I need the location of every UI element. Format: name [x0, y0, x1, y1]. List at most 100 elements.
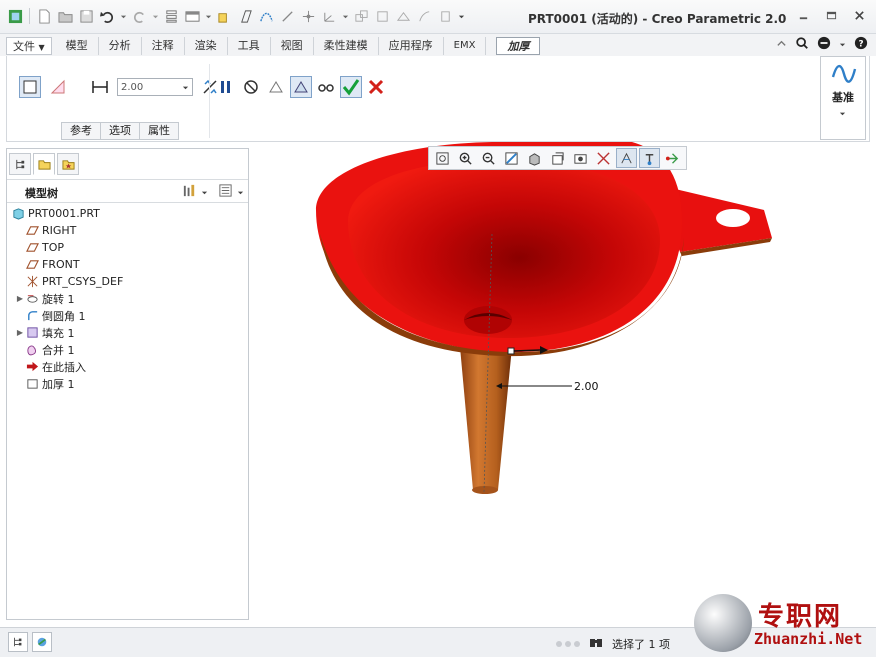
title-bar: PRT0001 (活动的) - Creo Parametric 2.0 [0, 0, 876, 34]
zoom-out-icon[interactable] [478, 148, 499, 168]
pause-button[interactable] [215, 76, 237, 98]
search-icon[interactable] [795, 36, 809, 53]
sketch-plane-icon[interactable] [236, 7, 254, 25]
redo-icon[interactable] [130, 7, 148, 25]
annotation-display-icon[interactable] [616, 148, 637, 168]
tree-item[interactable]: 在此插入 [7, 358, 248, 375]
zoom-in-icon[interactable] [455, 148, 476, 168]
view-manager-icon[interactable] [570, 148, 591, 168]
rib-icon[interactable] [436, 7, 454, 25]
datum-curve-icon[interactable] [257, 7, 275, 25]
tree-show-dropdown-icon[interactable] [237, 186, 244, 199]
expand-arrow-icon[interactable]: ▶ [15, 294, 25, 303]
tree-item[interactable]: ▶ 填充 1 [7, 324, 248, 341]
redo-dropdown-icon[interactable] [151, 7, 159, 25]
no-preview-button[interactable] [240, 76, 262, 98]
qat-customize-dropdown-icon[interactable] [457, 7, 465, 25]
tab-emx[interactable]: EMX [444, 37, 487, 55]
tab-thicken[interactable]: 加厚 [496, 37, 541, 55]
folder-browser-tab[interactable] [33, 153, 55, 175]
community-icon[interactable] [817, 36, 831, 53]
tree-item[interactable]: 加厚 1 [7, 375, 248, 392]
datum-display-icon[interactable] [593, 148, 614, 168]
display-style-icon[interactable] [524, 148, 545, 168]
datum-point-icon[interactable] [299, 7, 317, 25]
funnel-model[interactable] [252, 142, 870, 624]
tree-item[interactable]: 合并 1 [7, 341, 248, 358]
thickness-input[interactable]: 2.00 [117, 78, 193, 96]
verify-glasses-button[interactable] [315, 76, 337, 98]
cancel-x-button[interactable] [365, 76, 387, 98]
thickness-dropdown-icon[interactable] [179, 80, 191, 94]
datum-axis-icon[interactable] [278, 7, 296, 25]
close-icon[interactable] [852, 8, 866, 22]
preview-button[interactable] [265, 76, 287, 98]
graphics-window[interactable]: 2.00 [252, 142, 870, 624]
model-tree-tab[interactable] [9, 153, 31, 175]
windows-dropdown-icon[interactable] [204, 7, 212, 25]
tab-file[interactable]: 文件 ▼ [6, 37, 52, 55]
draft-icon[interactable] [415, 7, 433, 25]
attached-preview-button[interactable] [290, 76, 312, 98]
dimension-value[interactable]: 2.00 [574, 380, 599, 393]
subtab-options[interactable]: 选项 [101, 122, 140, 140]
save-icon[interactable] [77, 7, 95, 25]
regenerate-icon[interactable] [162, 7, 180, 25]
minimize-icon[interactable] [796, 8, 810, 22]
csys-dropdown-icon[interactable] [341, 7, 349, 25]
undo-dropdown-icon[interactable] [119, 7, 127, 25]
close-window-icon[interactable] [215, 7, 233, 25]
watermark-en-text: Zhuanzhi.Net [754, 630, 863, 648]
tree-item[interactable]: PRT0001.PRT [7, 205, 248, 222]
datum-panel[interactable]: 基准 [820, 56, 866, 140]
shell-icon[interactable] [394, 7, 412, 25]
windows-icon[interactable] [183, 7, 201, 25]
favorites-tab[interactable] [57, 153, 79, 175]
navigator-panel: 模型树 PRT0001.PRT RIGHT TOP FRONT PRT_CSYS_DEF… [6, 148, 249, 620]
csys-tool-icon[interactable] [320, 7, 338, 25]
tree-settings-icon[interactable] [182, 183, 197, 201]
datum-dropdown-icon[interactable] [839, 107, 846, 120]
tree-item[interactable]: TOP [7, 239, 248, 256]
tree-show-icon[interactable] [218, 183, 233, 201]
find-icon[interactable] [588, 634, 604, 653]
tab-view[interactable]: 视图 [271, 37, 314, 55]
tree-settings-dropdown-icon[interactable] [201, 186, 208, 199]
toggle-browser-icon[interactable] [32, 632, 52, 652]
tab-tools[interactable]: 工具 [228, 37, 271, 55]
copy-geometry-icon[interactable] [352, 7, 370, 25]
tree-item[interactable]: FRONT [7, 256, 248, 273]
box-icon[interactable] [373, 7, 391, 25]
solid-thicken-button[interactable] [19, 76, 41, 98]
tab-annotate[interactable]: 注释 [142, 37, 185, 55]
tree-item[interactable]: ▶ 旋转 1 [7, 290, 248, 307]
expand-arrow-icon[interactable]: ▶ [15, 328, 25, 337]
tree-item[interactable]: PRT_CSYS_DEF [7, 273, 248, 290]
maximize-icon[interactable] [824, 8, 838, 22]
tree-item[interactable]: RIGHT [7, 222, 248, 239]
collapse-ribbon-icon[interactable] [776, 38, 787, 52]
tab-model[interactable]: 模型 [56, 37, 99, 55]
undo-icon[interactable] [98, 7, 116, 25]
new-file-icon[interactable] [35, 7, 53, 25]
tab-render[interactable]: 渲染 [185, 37, 228, 55]
open-file-icon[interactable] [56, 7, 74, 25]
repaint-icon[interactable] [501, 148, 522, 168]
toggle-navigator-icon[interactable] [8, 632, 28, 652]
ok-checkmark-button[interactable] [340, 76, 362, 98]
help-icon[interactable]: ? [854, 36, 868, 53]
remove-material-button[interactable] [47, 76, 69, 98]
subtab-references[interactable]: 参考 [61, 122, 101, 140]
direction-arrow [513, 349, 541, 352]
tab-applications[interactable]: 应用程序 [379, 37, 444, 55]
subtab-properties[interactable]: 属性 [140, 122, 179, 140]
point-display-icon[interactable] [662, 148, 683, 168]
refit-icon[interactable] [432, 148, 453, 168]
app-logo-icon[interactable] [6, 7, 24, 25]
saved-orientations-icon[interactable] [547, 148, 568, 168]
tab-flexible-modeling[interactable]: 柔性建模 [314, 37, 379, 55]
community-dropdown-icon[interactable] [839, 38, 846, 51]
spin-center-icon[interactable] [639, 148, 660, 168]
tree-item[interactable]: 倒圆角 1 [7, 307, 248, 324]
tab-analysis[interactable]: 分析 [99, 37, 142, 55]
